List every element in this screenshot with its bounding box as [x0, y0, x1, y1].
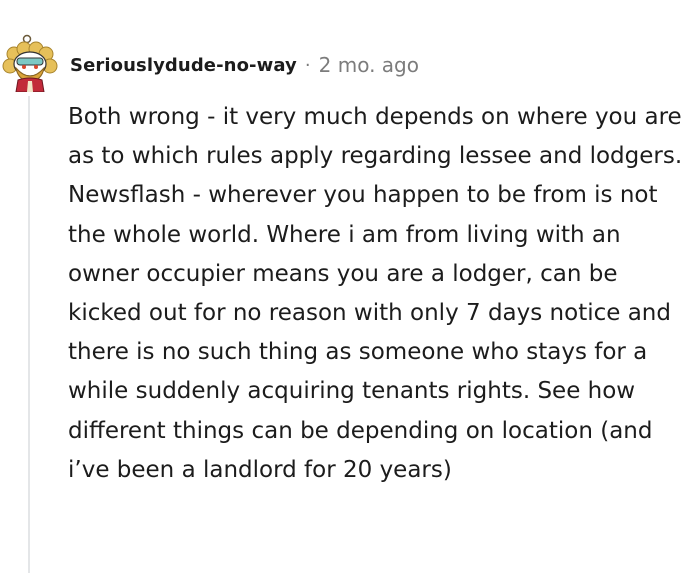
thread-line[interactable]	[28, 96, 30, 573]
username-link[interactable]: Seriouslydude-no-way	[70, 55, 297, 76]
comment-paragraph: Both wrong - it very much depends on whe…	[68, 104, 683, 170]
comment-paragraph: Newsflash - wherever you happen to be fr…	[68, 182, 671, 483]
comment-timestamp[interactable]: 2 mo. ago	[319, 53, 419, 77]
comment-header: Seriouslydude-no-way · 2 mo. ago	[70, 52, 419, 78]
comment: Seriouslydude-no-way · 2 mo. ago Both wr…	[0, 0, 700, 573]
meta-separator: ·	[304, 54, 311, 76]
user-avatar-icon[interactable]	[2, 34, 58, 93]
comment-body: Both wrong - it very much depends on whe…	[68, 98, 696, 490]
